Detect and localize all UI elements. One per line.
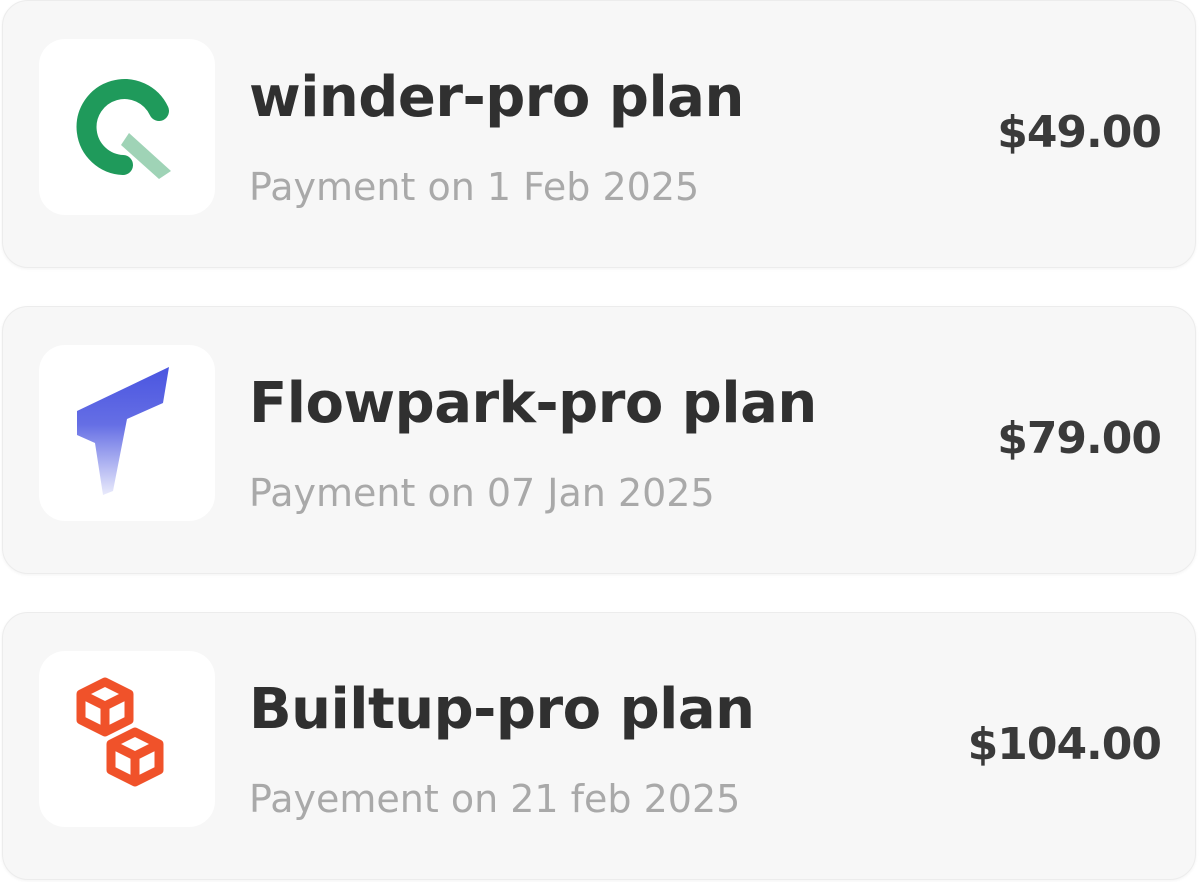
flowpark-logo-icon <box>77 367 169 495</box>
plan-price: $79.00 <box>997 413 1162 464</box>
logo-tile <box>39 651 215 827</box>
plan-name: winder-pro plan <box>249 65 744 130</box>
builtup-logo-icon <box>76 677 164 787</box>
subscription-card-builtup[interactable]: Builtup-pro plan Payement on 21 feb 2025… <box>2 612 1196 880</box>
payment-date: Payement on 21 feb 2025 <box>249 777 741 821</box>
payment-date: Payment on 1 Feb 2025 <box>249 165 700 209</box>
payment-date: Payment on 07 Jan 2025 <box>249 471 715 515</box>
logo-tile <box>39 345 215 521</box>
plan-name: Flowpark-pro plan <box>249 371 817 436</box>
plan-price: $49.00 <box>997 107 1162 158</box>
subscription-card-flowpark[interactable]: Flowpark-pro plan Payment on 07 Jan 2025… <box>2 306 1196 574</box>
winder-logo-icon <box>76 79 171 179</box>
subscription-list: winder-pro plan Payment on 1 Feb 2025 $4… <box>0 0 1200 882</box>
subscription-card-winder[interactable]: winder-pro plan Payment on 1 Feb 2025 $4… <box>2 0 1196 268</box>
logo-tile <box>39 39 215 215</box>
plan-name: Builtup-pro plan <box>249 677 755 742</box>
plan-price: $104.00 <box>967 719 1162 770</box>
